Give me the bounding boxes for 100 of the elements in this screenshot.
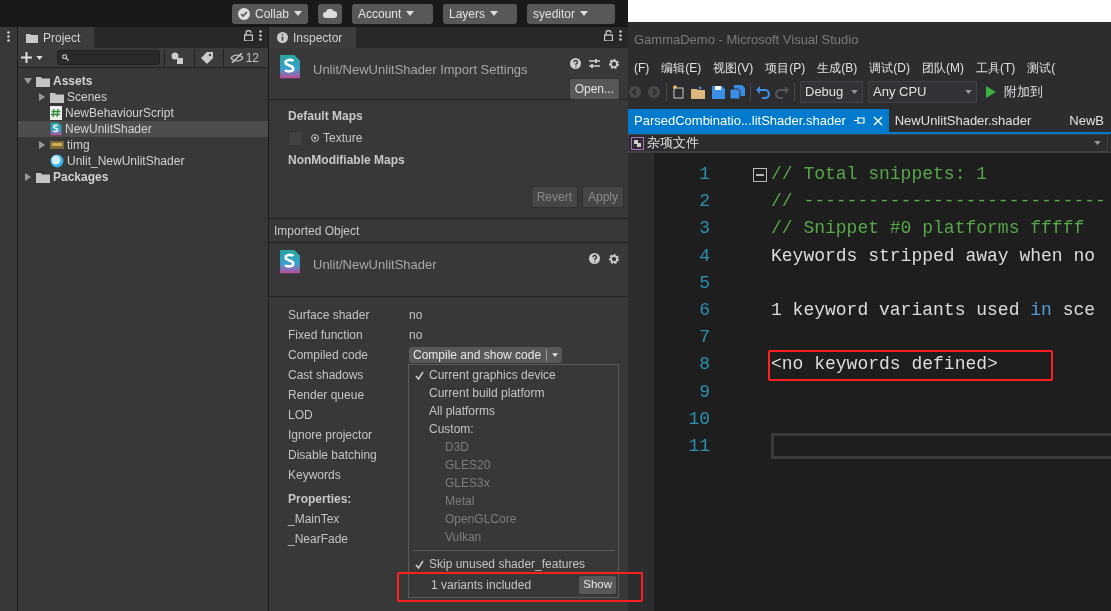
folder-icon (50, 91, 64, 103)
open-button[interactable]: Open... (568, 78, 620, 100)
play-icon (986, 86, 996, 98)
help-icon[interactable] (570, 58, 581, 69)
caret-icon (965, 90, 972, 94)
show-button[interactable]: Show (579, 576, 616, 594)
project-tab[interactable]: Project (18, 27, 95, 48)
property-value: no (409, 307, 423, 324)
menu-item: Metal (444, 493, 476, 510)
caret-icon (580, 11, 589, 16)
collapse-icon[interactable] (753, 167, 767, 182)
document-tab[interactable]: NewB (1063, 109, 1111, 132)
property-label: Render queue (288, 387, 366, 404)
menu-item: GLES3x (444, 475, 491, 492)
menu-item[interactable]: 调试(D) (863, 59, 916, 77)
tree-item[interactable]: Assets (18, 73, 268, 89)
menu-item[interactable]: 测试( (1021, 59, 1062, 77)
menu-item[interactable]: 工具(T) (970, 59, 1022, 77)
inspector-title: Unlit/NewUnlitShader Import Settings (313, 61, 529, 79)
property-label: Disable batching (288, 447, 378, 464)
compile-button[interactable]: Compile and show code (409, 347, 563, 363)
caret-icon (36, 55, 43, 60)
help-icon[interactable] (589, 253, 600, 264)
file-icon (631, 136, 644, 150)
code-line: 1 keyword variants used in sce (771, 299, 1096, 323)
settings-icon[interactable] (608, 58, 620, 70)
lock-icon[interactable] (244, 30, 253, 41)
attach-button[interactable]: 附加到 (986, 82, 1043, 102)
menu-item[interactable]: Current build platform (409, 384, 618, 402)
dropdown-button[interactable]: Layers (443, 3, 517, 24)
section-header: Imported Object (269, 218, 628, 243)
menu-item[interactable]: Skip unused shader_features (409, 555, 618, 573)
shader-icon (50, 122, 62, 136)
lock-icon[interactable] (604, 30, 613, 41)
info-icon (277, 32, 288, 43)
menu-item[interactable]: Current graphics device (409, 366, 618, 384)
create-button[interactable] (21, 52, 43, 63)
more-icon[interactable] (259, 30, 262, 41)
more-icon[interactable] (619, 30, 622, 41)
document-tab[interactable]: ParsedCombinatio...litShader.shader (628, 109, 889, 132)
menu-item[interactable]: 编辑(E) (655, 59, 708, 77)
menu-item[interactable]: 生成(B) (811, 59, 864, 77)
expanded-arrow-icon[interactable] (24, 77, 32, 85)
pin-icon[interactable] (853, 116, 865, 125)
caret-icon (1094, 141, 1101, 145)
save-icon[interactable] (712, 85, 725, 99)
dropdown-button[interactable]: Account (352, 3, 433, 24)
menu-item[interactable]: All platforms (409, 402, 618, 420)
document-tab[interactable]: NewUnlitShader.shader (888, 109, 1064, 132)
tree-item[interactable]: Unlit_NewUnlitShader (18, 153, 268, 169)
collapsed-arrow-icon[interactable] (38, 93, 46, 101)
script-icon (50, 106, 62, 120)
plus-icon (21, 52, 32, 63)
property-label: Cast shadows (288, 367, 365, 384)
target-icon[interactable] (311, 134, 319, 142)
dropdown-button[interactable]: syeditor (527, 3, 615, 24)
property-label: LOD (288, 407, 314, 424)
menu-item[interactable]: Custom: (409, 420, 618, 438)
collab-button[interactable]: Collab (231, 3, 308, 24)
menu-item[interactable]: (F) (628, 59, 656, 77)
platform-dropdown[interactable]: Any CPU (868, 81, 977, 103)
caret-icon (490, 11, 499, 16)
collapsed-arrow-icon[interactable] (38, 141, 46, 149)
tag-icon (200, 51, 213, 64)
property-label: Keywords (288, 467, 342, 484)
property-name: _NearFade (288, 531, 349, 548)
folder-icon (36, 75, 50, 87)
tree-item[interactable]: timg (18, 137, 268, 153)
project-dropdown[interactable]: 杂项文件 (628, 134, 1108, 152)
sliders-icon[interactable] (589, 58, 600, 69)
undo-icon[interactable] (756, 85, 770, 99)
section-heading: Default Maps (288, 108, 364, 125)
inspector-tab[interactable]: Inspector (269, 27, 357, 48)
close-icon[interactable] (872, 115, 883, 126)
tree-item[interactable]: Scenes (18, 89, 268, 105)
line-number: 9 (698, 380, 710, 404)
new-item-icon[interactable] (672, 85, 686, 99)
tree-item[interactable]: NewBehaviourScript (18, 105, 268, 121)
settings-icon[interactable] (608, 253, 620, 265)
object-title: Unlit/NewUnlitShader (313, 256, 438, 274)
cloud-button[interactable] (318, 3, 342, 24)
check-circle-icon (237, 7, 250, 20)
folder-icon (26, 32, 38, 43)
property-value: no (409, 327, 423, 344)
menu-item[interactable]: 项目(P) (759, 59, 812, 77)
open-folder-icon[interactable] (691, 85, 707, 99)
texture-icon (50, 141, 64, 149)
more-icon[interactable] (7, 31, 10, 42)
config-dropdown[interactable]: Debug (800, 81, 863, 103)
menu-item[interactable]: 视图(V) (707, 59, 760, 77)
collapsed-arrow-icon[interactable] (24, 173, 32, 181)
menu-item[interactable]: 团队(M) (916, 59, 970, 77)
search-field[interactable] (57, 50, 160, 65)
tree-item[interactable]: NewUnlitShader (18, 121, 268, 137)
line-number: 2 (698, 190, 710, 214)
property-label: Ignore projector (288, 427, 374, 444)
menu-item: GLES20 (444, 457, 492, 474)
save-all-icon[interactable] (730, 85, 745, 99)
tree-item[interactable]: Packages (18, 169, 268, 185)
code-line: Keywords stripped away when no (771, 244, 1096, 268)
